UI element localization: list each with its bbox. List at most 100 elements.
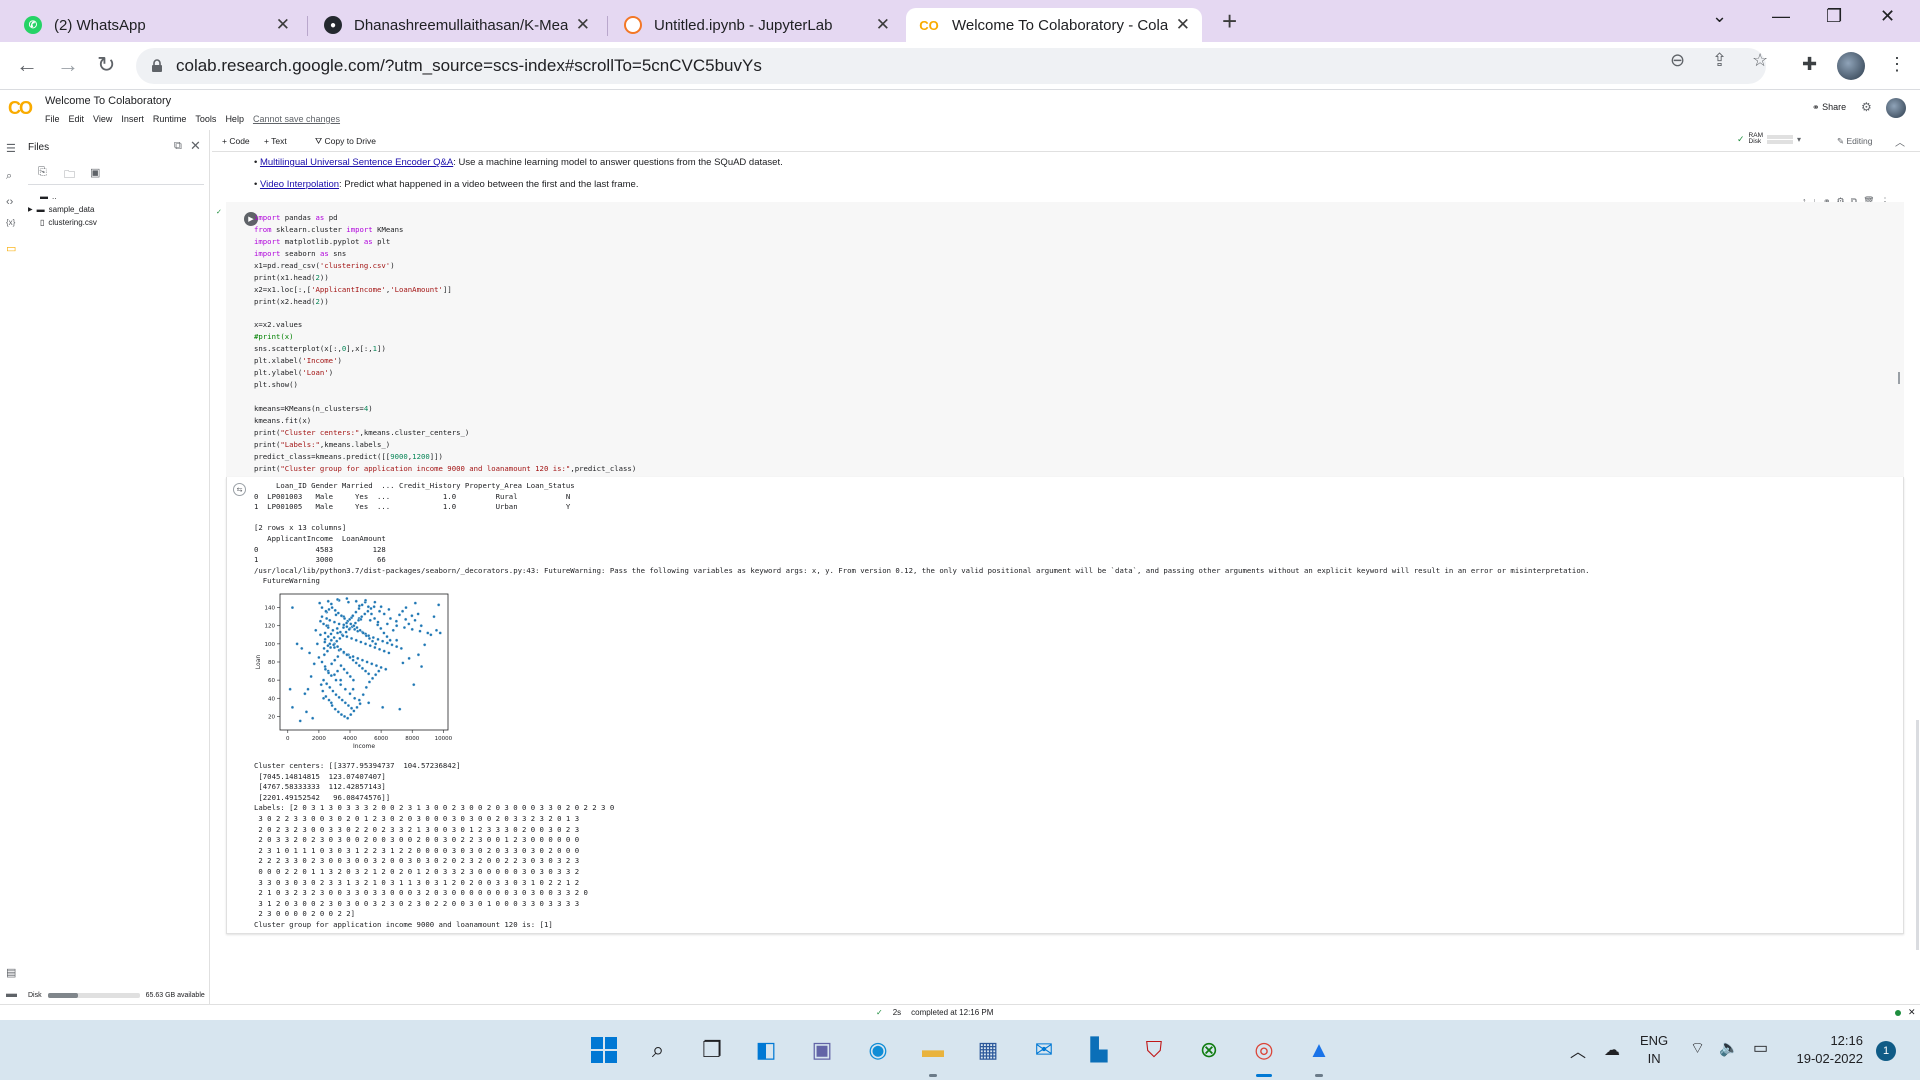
- execution-status[interactable]: ✓ 2s completed at 12:16 PM: [876, 1008, 993, 1017]
- menu-runtime[interactable]: Runtime: [153, 114, 187, 124]
- search-icon[interactable]: ⌕: [6, 170, 12, 183]
- menu-tools[interactable]: Tools: [195, 114, 216, 124]
- cannot-save-link[interactable]: Cannot save changes: [253, 114, 340, 124]
- mail-icon[interactable]: ✉: [1028, 1034, 1060, 1066]
- chrome-icon[interactable]: ◎: [1248, 1034, 1280, 1066]
- volume-icon[interactable]: 🔈: [1719, 1038, 1739, 1058]
- scatter-point: [354, 638, 358, 642]
- omnibox[interactable]: colab.research.google.com/?utm_source=sc…: [136, 48, 1766, 84]
- close-status-icon[interactable]: ✕: [1908, 1007, 1916, 1018]
- link-video-interpolation[interactable]: Video Interpolation: [260, 179, 339, 190]
- code-line: x2=x1.loc[:,['ApplicantIncome','LoanAmou…: [254, 284, 452, 294]
- notebook-content: • Multilingual Universal Sentence Encode…: [212, 152, 1920, 1020]
- language-indicator[interactable]: ENG IN: [1640, 1032, 1668, 1068]
- output-actions-icon[interactable]: ⇆: [233, 483, 246, 496]
- tab-jupyter[interactable]: Untitled.ipynb - JupyterLab ✕: [612, 8, 902, 42]
- files-folder-icon[interactable]: ▭: [6, 242, 16, 255]
- page-scrollbar[interactable]: [1916, 720, 1919, 950]
- account-avatar[interactable]: [1886, 98, 1906, 118]
- back-icon[interactable]: ←: [16, 52, 38, 78]
- menu-file[interactable]: File: [45, 114, 60, 124]
- search-icon[interactable]: ⌕: [642, 1034, 674, 1066]
- close-icon[interactable]: ✕: [1176, 15, 1190, 35]
- code-text[interactable]: import pandas as pd from sklearn.cluster …: [254, 212, 636, 475]
- onedrive-cloud-icon[interactable]: ☁: [1604, 1040, 1620, 1060]
- widgets-icon[interactable]: ◧: [750, 1034, 782, 1066]
- xbox-icon[interactable]: ⊗: [1193, 1034, 1225, 1066]
- dropdown-icon[interactable]: ▾: [1797, 135, 1801, 144]
- tab-whatsapp[interactable]: ✆ (2) WhatsApp ✕: [12, 8, 302, 42]
- windows-start-icon[interactable]: [588, 1034, 620, 1066]
- scatter-point: [348, 692, 352, 696]
- tab-search-icon[interactable]: ⌄: [1712, 6, 1727, 27]
- restore-icon[interactable]: ❐: [1826, 6, 1842, 27]
- settings-gear-icon[interactable]: ⚙: [1861, 100, 1872, 114]
- notification-badge[interactable]: 1: [1876, 1041, 1896, 1061]
- notebook-title[interactable]: Welcome To Colaboratory: [45, 95, 171, 107]
- l-app-icon[interactable]: ▙: [1083, 1034, 1115, 1066]
- close-icon[interactable]: ✕: [876, 15, 890, 35]
- add-code-button[interactable]: + Code: [222, 136, 250, 146]
- new-tab-button[interactable]: +: [1222, 8, 1237, 34]
- edge-icon[interactable]: ◉: [862, 1034, 894, 1066]
- colab-logo[interactable]: CO: [8, 98, 33, 119]
- terminal-icon[interactable]: ▬: [6, 988, 17, 1000]
- table-of-contents-icon[interactable]: ☰: [6, 142, 16, 155]
- reload-icon[interactable]: ↻: [97, 52, 115, 78]
- menu-view[interactable]: View: [93, 114, 112, 124]
- code-snippets-icon[interactable]: ‹›: [6, 196, 13, 208]
- code-scrollbar[interactable]: [1898, 372, 1900, 384]
- bookmark-star-icon[interactable]: ☆: [1752, 50, 1768, 71]
- scatter-point: [377, 609, 382, 613]
- clock-time: 12:16: [1830, 1033, 1863, 1048]
- profile-avatar[interactable]: [1837, 52, 1865, 80]
- share-button[interactable]: ⚭ Share: [1812, 102, 1846, 113]
- files-panel: Files ⧉ ✕ ⎘ 🗀 ▣ ▬ .. ▶ ▬ sample_data ▯ c…: [24, 130, 210, 1020]
- forward-icon[interactable]: →: [57, 52, 79, 78]
- share-page-icon[interactable]: ⇪: [1712, 50, 1727, 71]
- photos-icon[interactable]: ▲: [1303, 1034, 1335, 1066]
- close-panel-icon[interactable]: ✕: [190, 138, 201, 154]
- x-tick-label: 0: [286, 736, 290, 742]
- zoom-icon[interactable]: ⊖: [1670, 50, 1685, 71]
- editing-mode-button[interactable]: ✎ Editing: [1837, 136, 1873, 147]
- store-icon[interactable]: ▦: [972, 1034, 1004, 1066]
- teams-chat-icon[interactable]: ▣: [806, 1034, 838, 1066]
- window-close-icon[interactable]: ✕: [1880, 6, 1895, 27]
- wifi-icon[interactable]: ⌔: [1690, 1038, 1705, 1058]
- ram-disk-indicator[interactable]: ✓ RAM Disk ▾: [1737, 132, 1801, 145]
- task-view-icon[interactable]: ❐: [696, 1034, 728, 1066]
- minimize-icon[interactable]: —: [1772, 6, 1790, 27]
- close-icon[interactable]: ✕: [276, 15, 290, 35]
- copy-to-drive-button[interactable]: ⛛ Copy to Drive: [315, 136, 376, 147]
- clock[interactable]: 12:16 19-02-2022: [1783, 1032, 1864, 1068]
- menu-edit[interactable]: Edit: [69, 114, 85, 124]
- tab-github[interactable]: ● Dhanashreemullaithasan/K-Mear ✕: [312, 8, 602, 42]
- scatter-point: [339, 664, 343, 668]
- refresh-folder-icon[interactable]: 🗀: [64, 166, 75, 185]
- upload-file-icon[interactable]: ⎘: [38, 166, 47, 179]
- mcafee-icon[interactable]: ⛉: [1138, 1034, 1170, 1066]
- collapse-header-icon[interactable]: ︿: [1895, 134, 1905, 149]
- battery-icon[interactable]: ▭: [1753, 1038, 1768, 1058]
- add-text-button[interactable]: + Text: [264, 136, 287, 146]
- code-line: print("Labels:",kmeans.labels_): [254, 439, 391, 449]
- more-menu-icon[interactable]: ⋮: [1888, 54, 1906, 75]
- file-explorer-icon[interactable]: ▬: [917, 1034, 949, 1066]
- show-hidden-icon[interactable]: ︿: [1570, 1038, 1586, 1062]
- menu-help[interactable]: Help: [225, 114, 244, 124]
- menu-insert[interactable]: Insert: [121, 114, 144, 124]
- file-tree-sample-data[interactable]: ▶ ▬ sample_data: [28, 205, 94, 214]
- open-in-window-icon[interactable]: ⧉: [174, 140, 182, 153]
- code-editor[interactable]: ✓ ▶ import pandas as pd from sklearn.clus…: [216, 202, 1904, 477]
- variables-icon[interactable]: {x}: [6, 218, 15, 227]
- tray-status-icons: ⌔ 🔈 ▭: [1690, 1038, 1768, 1058]
- file-tree-parent[interactable]: ▬ ..: [40, 192, 56, 201]
- mount-drive-icon[interactable]: ▣: [90, 166, 100, 179]
- tab-colab[interactable]: CO Welcome To Colaboratory - Colal ✕: [906, 8, 1202, 42]
- link-multilingual-qa[interactable]: Multilingual Universal Sentence Encoder …: [260, 157, 453, 168]
- extensions-icon[interactable]: ✚: [1802, 54, 1817, 75]
- file-tree-clustering-csv[interactable]: ▯ clustering.csv: [40, 218, 97, 227]
- command-palette-icon[interactable]: ▤: [6, 966, 16, 979]
- close-icon[interactable]: ✕: [576, 15, 590, 35]
